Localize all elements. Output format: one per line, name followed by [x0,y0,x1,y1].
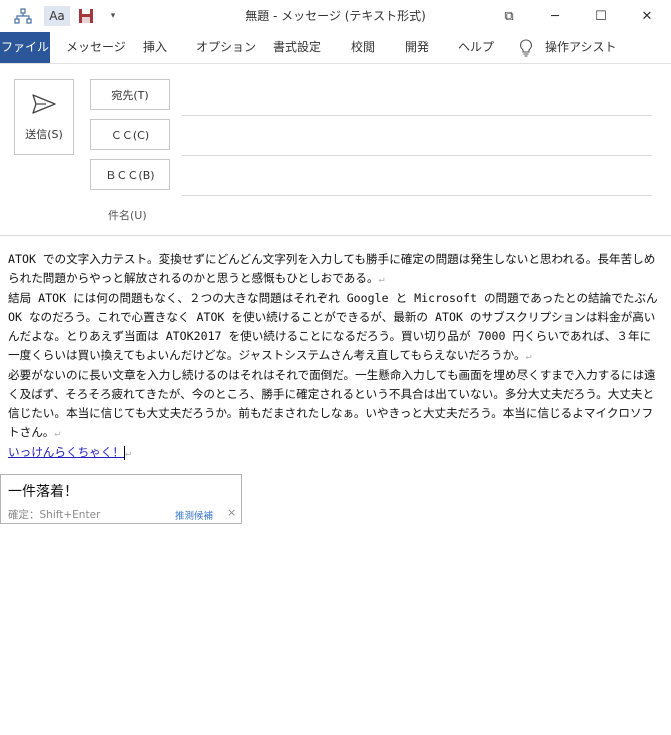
tab-review[interactable]: 校閲 [351,32,375,63]
tab-message[interactable]: メッセージ [66,32,126,63]
tab-file[interactable]: ファイル [0,32,50,63]
bcc-button[interactable]: ＢＣＣ(B) [90,159,170,190]
paragraph-mark-icon: ↵ [378,274,385,285]
ime-confirm-hint: 確定：Shift+Enter [8,509,101,521]
send-icon [32,94,56,118]
maximize-icon[interactable]: ☐ [578,0,624,32]
tab-help[interactable]: ヘルプ [458,32,494,63]
header-divider [0,235,671,236]
tab-options[interactable]: オプション [196,32,256,63]
to-input[interactable] [182,115,652,116]
minimize-icon[interactable]: ─ [532,0,578,32]
lightbulb-icon[interactable] [519,32,535,63]
tab-format[interactable]: 書式設定 [273,32,321,63]
send-button[interactable]: 送信(S) [14,79,74,155]
title-bar: Aa ▾ 無題 - メッセージ (テキスト形式) ⧉ ─ ☐ ✕ [0,0,671,32]
ribbon-tabs: ファイル メッセージ 挿入 オプション 書式設定 校閲 開発 ヘルプ 操作アシス… [0,32,671,64]
cc-input[interactable] [182,155,652,156]
paragraph-mark-icon: ↵ [54,428,61,439]
body-paragraph: 必要がないのに長い文章を入力し続けるのはそれはそれで面倒だ。一生懸命入力しても画… [8,368,656,439]
tab-tell-me[interactable]: 操作アシスト [545,32,617,63]
ime-candidate-window: 一件落着！ 確定：Shift+Enter 推測候補 × [0,474,242,524]
ribbon-display-options-icon[interactable]: ⧉ [486,0,532,32]
ime-candidate[interactable]: 一件落着！ [8,481,78,501]
ime-close-icon[interactable]: × [227,506,236,519]
body-paragraph: 結局 ATOK には何の問題もなく、２つの大きな問題はそれぞれ Google と… [8,291,658,362]
paragraph-mark-icon: ↵ [124,448,131,459]
subject-label: 件名(U) [108,209,147,222]
body-paragraph: ATOK での文字入力テスト。変換せずにどんどん文字列を入力しても勝手に確定の問… [8,252,656,285]
message-body[interactable]: ATOK での文字入力テスト。変換せずにどんどん文字列を入力しても勝手に確定の問… [8,250,658,463]
composing-line: いっけんらくちゃく！↵ [8,443,658,463]
to-button[interactable]: 宛先(T) [90,79,170,110]
paragraph-mark-icon: ↵ [525,351,532,362]
tab-developer[interactable]: 開発 [405,32,429,63]
cc-button[interactable]: ＣＣ(C) [90,119,170,150]
ime-composition-text: いっけんらくちゃく！ [8,445,124,459]
subject-input[interactable] [182,229,652,230]
bcc-input[interactable] [182,195,652,196]
tab-insert[interactable]: 挿入 [143,32,167,63]
send-label: 送信(S) [25,128,63,141]
ime-predict-label[interactable]: 推測候補 [175,508,213,522]
close-icon[interactable]: ✕ [624,0,670,32]
